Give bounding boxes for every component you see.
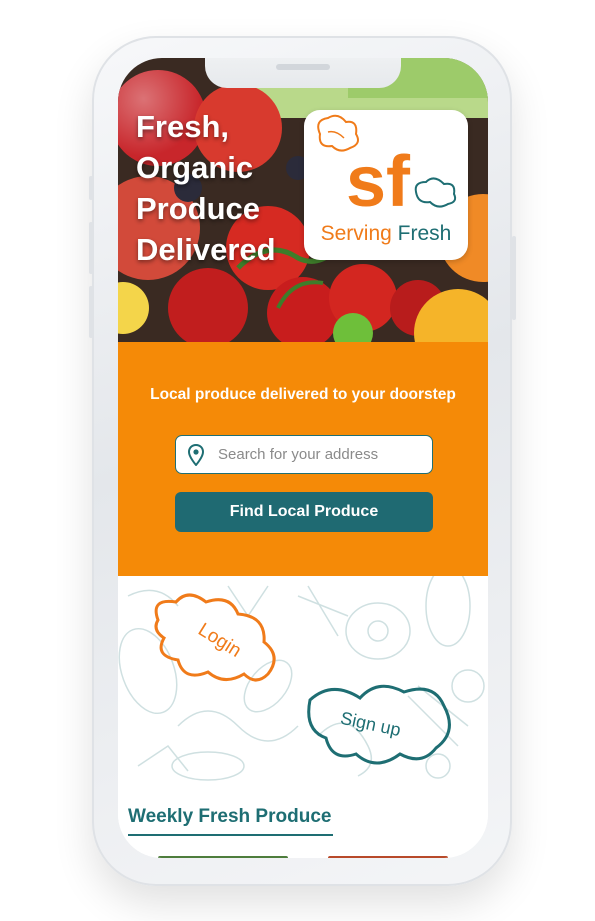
sf-monogram-text: sf <box>346 142 411 222</box>
hero-headline-line: Organic <box>136 150 254 185</box>
phone-volume-down <box>89 286 93 338</box>
hero-headline-line: Produce <box>136 191 261 226</box>
login-button[interactable]: Login <box>148 590 288 698</box>
section-title: Weekly Fresh Produce <box>128 806 332 827</box>
section-underline <box>128 834 333 836</box>
address-search-field[interactable] <box>175 435 433 474</box>
sf-monogram: sf <box>317 114 457 222</box>
app-screen: Fresh, Organic Produce Delivered sf Serv… <box>118 58 488 858</box>
phone-mute-switch <box>89 176 93 200</box>
find-local-produce-button[interactable]: Find Local Produce <box>175 492 433 532</box>
auth-section: Login Sign up <box>118 576 488 788</box>
produce-card-preview[interactable] <box>158 856 288 858</box>
hero-headline-line: Fresh, <box>136 109 230 144</box>
location-pin-icon <box>176 443 216 466</box>
hero-headline-line: Delivered <box>136 232 276 267</box>
address-search-section: Local produce delivered to your doorstep… <box>118 342 488 576</box>
hero-banner: Fresh, Organic Produce Delivered sf Serv… <box>118 58 488 342</box>
weekly-produce-section: Weekly Fresh Produce <box>118 788 488 858</box>
phone-power-button <box>512 236 516 320</box>
signup-button[interactable]: Sign up <box>304 674 456 774</box>
phone-speaker <box>276 64 330 70</box>
brand-name: Serving Fresh <box>304 222 468 246</box>
brand-name-fresh: Fresh <box>397 222 452 245</box>
brand-name-serving: Serving <box>320 222 392 245</box>
phone-notch <box>205 58 401 88</box>
mockup-stage: Fresh, Organic Produce Delivered sf Serv… <box>0 0 595 921</box>
address-search-input[interactable] <box>216 445 420 464</box>
tagline: Local produce delivered to your doorstep <box>150 386 456 403</box>
serving-fresh-logo: sf Serving Fresh <box>304 110 468 260</box>
produce-card-preview[interactable] <box>328 856 448 858</box>
hero-headline: Fresh, Organic Produce Delivered <box>136 106 276 270</box>
phone-volume-up <box>89 222 93 274</box>
